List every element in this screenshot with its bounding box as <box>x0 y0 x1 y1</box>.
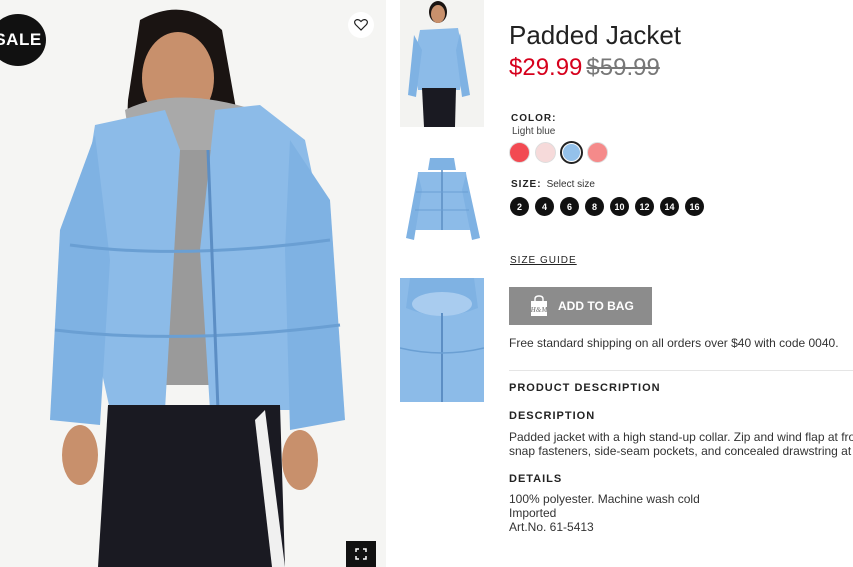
description-line-1: Padded jacket with a high stand-up colla… <box>509 430 853 444</box>
size-option-4[interactable]: 4 <box>535 197 554 216</box>
size-guide-link[interactable]: SIZE GUIDE <box>510 255 577 266</box>
thumbnail-model[interactable] <box>400 0 484 127</box>
size-option-10[interactable]: 10 <box>610 197 629 216</box>
thumbnail-model-image <box>400 0 484 127</box>
details-heading: DETAILS <box>509 473 563 485</box>
product-description-heading: PRODUCT DESCRIPTION <box>509 382 661 394</box>
description-heading: DESCRIPTION <box>509 410 596 422</box>
product-price: $29.99 $59.99 <box>509 54 660 82</box>
size-options: 2 4 6 8 10 12 14 16 <box>510 197 704 216</box>
description-line-2: snap fasteners, side-seam pockets, and c… <box>509 444 853 458</box>
color-swatches <box>509 141 608 164</box>
details-list: 100% polyester. Machine wash cold Import… <box>509 492 700 534</box>
color-swatch-red[interactable] <box>509 142 530 163</box>
heart-icon <box>354 19 368 31</box>
add-to-bag-label: ADD TO BAG <box>558 299 634 313</box>
product-title: Padded Jacket <box>509 20 682 50</box>
shopping-bag-icon: H&M <box>529 295 549 317</box>
size-option-6[interactable]: 6 <box>560 197 579 216</box>
color-label: COLOR: <box>511 113 557 124</box>
thumbnail-jacket-front-image <box>400 140 484 258</box>
fullscreen-button[interactable] <box>346 541 376 567</box>
bag-logo: H&M <box>529 306 548 314</box>
color-swatch-light-blue[interactable] <box>560 141 583 164</box>
color-swatch-light-pink[interactable] <box>535 142 556 163</box>
size-row: SIZE: Select size <box>511 179 595 190</box>
favorite-button[interactable] <box>348 12 374 38</box>
details-article-number: Art.No. 61-5413 <box>509 520 594 534</box>
sale-price: $29.99 <box>509 54 583 81</box>
color-swatch-coral[interactable] <box>587 142 608 163</box>
thumbnail-jacket-detail[interactable] <box>400 278 484 402</box>
thumbnail-jacket-front[interactable] <box>400 140 484 258</box>
size-option-12[interactable]: 12 <box>635 197 654 216</box>
main-product-image[interactable]: SALE <box>0 0 386 567</box>
shipping-info: Free standard shipping on all orders ove… <box>509 336 839 350</box>
model-jacket-photo <box>0 0 386 567</box>
details-material: 100% polyester. Machine wash cold <box>509 492 700 506</box>
size-option-14[interactable]: 14 <box>660 197 679 216</box>
thumbnail-jacket-detail-image <box>400 278 484 402</box>
expand-icon <box>355 548 367 560</box>
size-option-16[interactable]: 16 <box>685 197 704 216</box>
description-text: Padded jacket with a high stand-up colla… <box>509 430 853 458</box>
original-price: $59.99 <box>586 54 660 81</box>
divider <box>509 370 853 371</box>
size-option-8[interactable]: 8 <box>585 197 604 216</box>
size-hint: Select size <box>546 179 595 190</box>
selected-color: Light blue <box>512 126 556 137</box>
size-option-2[interactable]: 2 <box>510 197 529 216</box>
add-to-bag-button[interactable]: H&M ADD TO BAG <box>509 287 652 325</box>
details-origin: Imported <box>509 506 557 520</box>
size-label: SIZE: <box>511 179 542 190</box>
